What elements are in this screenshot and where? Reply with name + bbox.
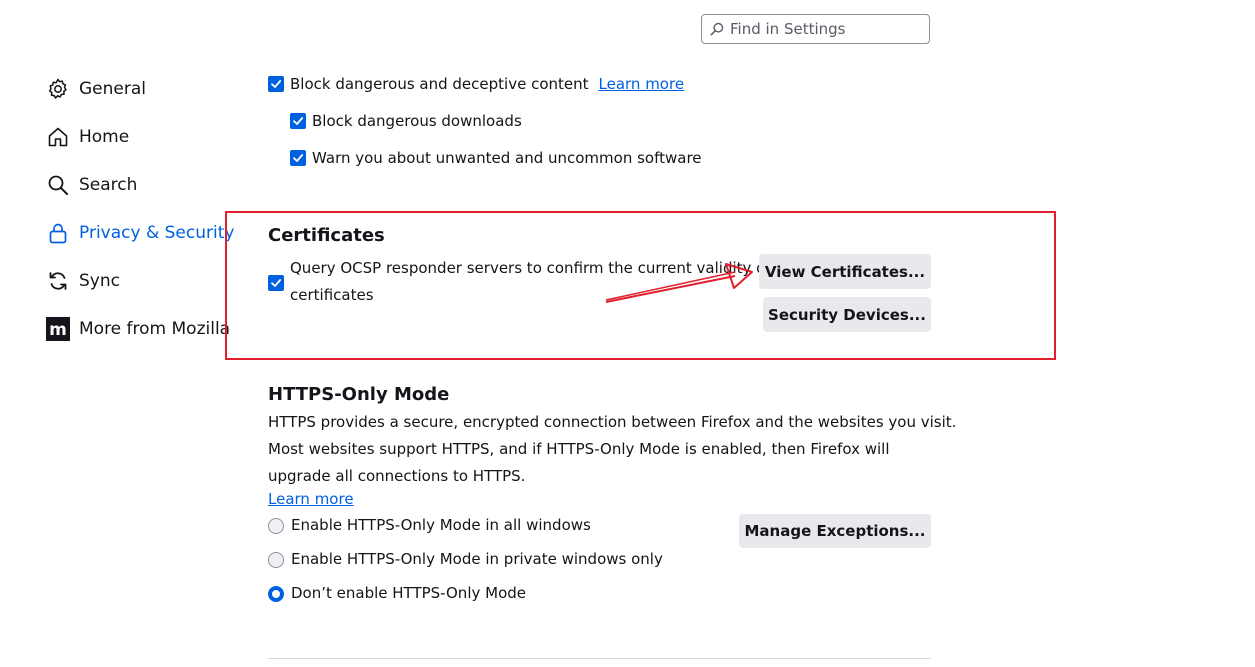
https-dont-enable-radio[interactable] [268, 586, 284, 602]
https-desc-line1: HTTPS provides a secure, encrypted conne… [268, 413, 957, 431]
https-all-windows-radio[interactable] [268, 518, 284, 534]
https-option-label[interactable]: Enable HTTPS-Only Mode in private window… [291, 546, 663, 573]
https-option-all-windows[interactable]: Enable HTTPS-Only Mode in all windows [268, 512, 591, 539]
https-only-heading: HTTPS-Only Mode [268, 384, 450, 405]
section-divider [268, 658, 931, 659]
https-desc-line3: upgrade all connections to HTTPS. [268, 467, 526, 485]
https-option-label[interactable]: Don’t enable HTTPS-Only Mode [291, 580, 526, 607]
manage-exceptions-button[interactable]: Manage Exceptions... [739, 514, 931, 548]
https-option-label[interactable]: Enable HTTPS-Only Mode in all windows [291, 512, 591, 539]
https-option-private-windows[interactable]: Enable HTTPS-Only Mode in private window… [268, 546, 663, 573]
https-only-description: HTTPS provides a secure, encrypted conne… [268, 409, 956, 490]
https-option-dont-enable[interactable]: Don’t enable HTTPS-Only Mode [268, 580, 526, 607]
https-learn-more-link[interactable]: Learn more [268, 486, 354, 513]
https-private-windows-radio[interactable] [268, 552, 284, 568]
https-desc-line2: Most websites support HTTPS, and if HTTP… [268, 440, 890, 458]
